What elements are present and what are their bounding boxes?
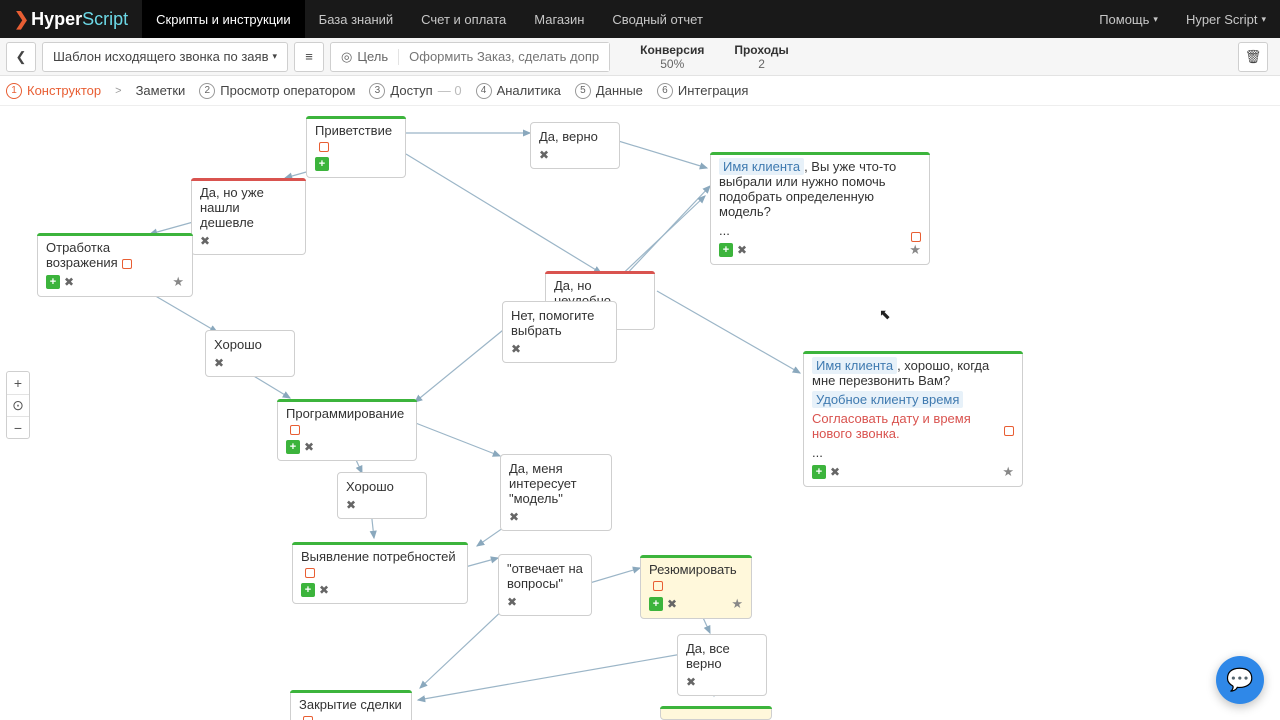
caret-down-icon: ▾ [1153,14,1158,25]
add-icon[interactable]: + [315,157,329,171]
zoom-in-button[interactable]: + [7,372,29,394]
chat-icon: 💬 [1226,667,1253,693]
star-icon[interactable]: ★ [909,242,921,258]
node-help-choose[interactable]: Нет, помогите выбрать ✖ [502,301,617,363]
close-icon[interactable]: ✖ [507,595,517,609]
star-icon[interactable]: ★ [731,596,743,612]
caret-down-icon: ▾ [1261,14,1266,25]
close-icon[interactable]: ✖ [511,342,521,356]
close-icon[interactable]: ✖ [686,675,696,689]
add-icon[interactable]: + [286,440,300,454]
tab-data[interactable]: 5Данные [575,83,643,99]
node-close-deal[interactable]: Закрытие сделки +✖ [290,690,412,720]
close-icon[interactable]: ✖ [667,597,677,611]
close-icon[interactable]: ✖ [830,465,840,479]
star-icon[interactable]: ★ [1002,464,1014,480]
add-icon[interactable]: + [301,583,315,597]
logo-part1: Hyper [31,9,82,30]
node-programming[interactable]: Программирование +✖ [277,399,417,461]
target-icon: ◎ [341,49,352,65]
node-answers[interactable]: "отвечает на вопросы" ✖ [498,554,592,616]
nav-user[interactable]: Hyper Script▾ [1172,0,1280,38]
metric-passes: Проходы 2 [734,43,788,71]
menu-button[interactable]: ≡ [294,42,324,72]
node-good-1[interactable]: Хорошо ✖ [205,330,295,377]
goal-input[interactable] [399,43,609,71]
nav-knowledge[interactable]: База знаний [305,0,408,38]
nav-scripts[interactable]: Скрипты и инструкции [142,0,305,38]
node-found-cheaper[interactable]: Да, но уже нашли дешевле ✖ [191,178,306,255]
goal-label: Цель [357,49,388,64]
node-summarize[interactable]: Резюмировать +✖★ [640,555,752,619]
goal-field: ◎ Цель [330,42,610,72]
flow-canvas[interactable]: Приветствие + Да, верно ✖ Имя клиента, В… [0,106,1280,720]
node-client-choice[interactable]: Имя клиента, Вы уже что-то выбрали или н… [710,152,930,265]
node-needs[interactable]: Выявление потребностей +✖ [292,542,468,604]
add-icon[interactable]: + [649,597,663,611]
node-interested-model[interactable]: Да, меня интересует "модель" ✖ [500,454,612,531]
checkbox-icon[interactable] [290,425,300,435]
node-callback[interactable]: Имя клиента, хорошо, когда мне перезвони… [803,351,1023,487]
tab-constructor[interactable]: 1Конструктор [6,83,101,99]
close-icon[interactable]: ✖ [304,440,314,454]
close-icon[interactable]: ✖ [319,583,329,597]
close-icon[interactable]: ✖ [200,234,210,248]
chat-fab[interactable]: 💬 [1216,656,1264,704]
tab-analytics[interactable]: 4Аналитика [476,83,561,99]
close-icon[interactable]: ✖ [346,498,356,512]
tab-access[interactable]: 3Доступ— 0 [369,83,461,99]
checkbox-icon[interactable] [303,716,313,720]
close-icon[interactable]: ✖ [214,356,224,370]
close-icon[interactable]: ✖ [737,243,747,257]
mouse-cursor-icon: ⬉ [879,306,891,323]
close-icon[interactable]: ✖ [509,510,519,524]
add-icon[interactable]: + [46,275,60,289]
nav-store[interactable]: Магазин [520,0,598,38]
checkbox-icon[interactable] [653,581,663,591]
zoom-fit-button[interactable]: ⊙ [7,394,29,416]
delete-button[interactable]: 🗑 [1238,42,1268,72]
metric-conversion: Конверсия 50% [640,43,704,71]
checkbox-icon[interactable] [911,232,921,242]
node-yes-correct[interactable]: Да, верно ✖ [530,122,620,169]
tab-notes[interactable]: Заметки [136,83,186,98]
tab-integration[interactable]: 6Интеграция [657,83,749,99]
node-greeting[interactable]: Приветствие + [306,116,406,178]
add-icon[interactable]: + [719,243,733,257]
close-icon[interactable]: ✖ [539,148,549,162]
node-objection[interactable]: Отработка возражения +✖★ [37,233,193,297]
template-dropdown[interactable]: Шаблон исходящего звонка по заяв▾ [42,42,288,72]
checkbox-icon[interactable] [319,142,329,152]
toolbar: ❮ Шаблон исходящего звонка по заяв▾ ≡ ◎ Ц… [0,38,1280,76]
topbar: ❯ HyperScript Скрипты и инструкции База … [0,0,1280,38]
add-icon[interactable]: + [812,465,826,479]
node-partial[interactable] [660,706,772,720]
zoom-controls: + ⊙ − [6,371,30,439]
star-icon[interactable]: ★ [172,274,184,290]
caret-down-icon: ▾ [272,51,277,62]
close-icon[interactable]: ✖ [64,275,74,289]
tabbar: 1Конструктор > Заметки 2Просмотр операто… [0,76,1280,106]
checkbox-icon[interactable] [305,568,315,578]
logo-chevron-icon: ❯ [14,9,29,30]
logo[interactable]: ❯ HyperScript [0,9,142,30]
node-good-2[interactable]: Хорошо ✖ [337,472,427,519]
back-button[interactable]: ❮ [6,42,36,72]
checkbox-icon[interactable] [1004,426,1014,436]
tab-operator-view[interactable]: 2Просмотр оператором [199,83,355,99]
checkbox-icon[interactable] [122,259,132,269]
nav-help[interactable]: Помощь▾ [1085,0,1172,38]
nav-report[interactable]: Сводный отчет [598,0,717,38]
node-all-correct[interactable]: Да, все верно ✖ [677,634,767,696]
zoom-out-button[interactable]: − [7,416,29,438]
logo-part2: Script [82,9,128,30]
nav-billing[interactable]: Счет и оплата [407,0,520,38]
